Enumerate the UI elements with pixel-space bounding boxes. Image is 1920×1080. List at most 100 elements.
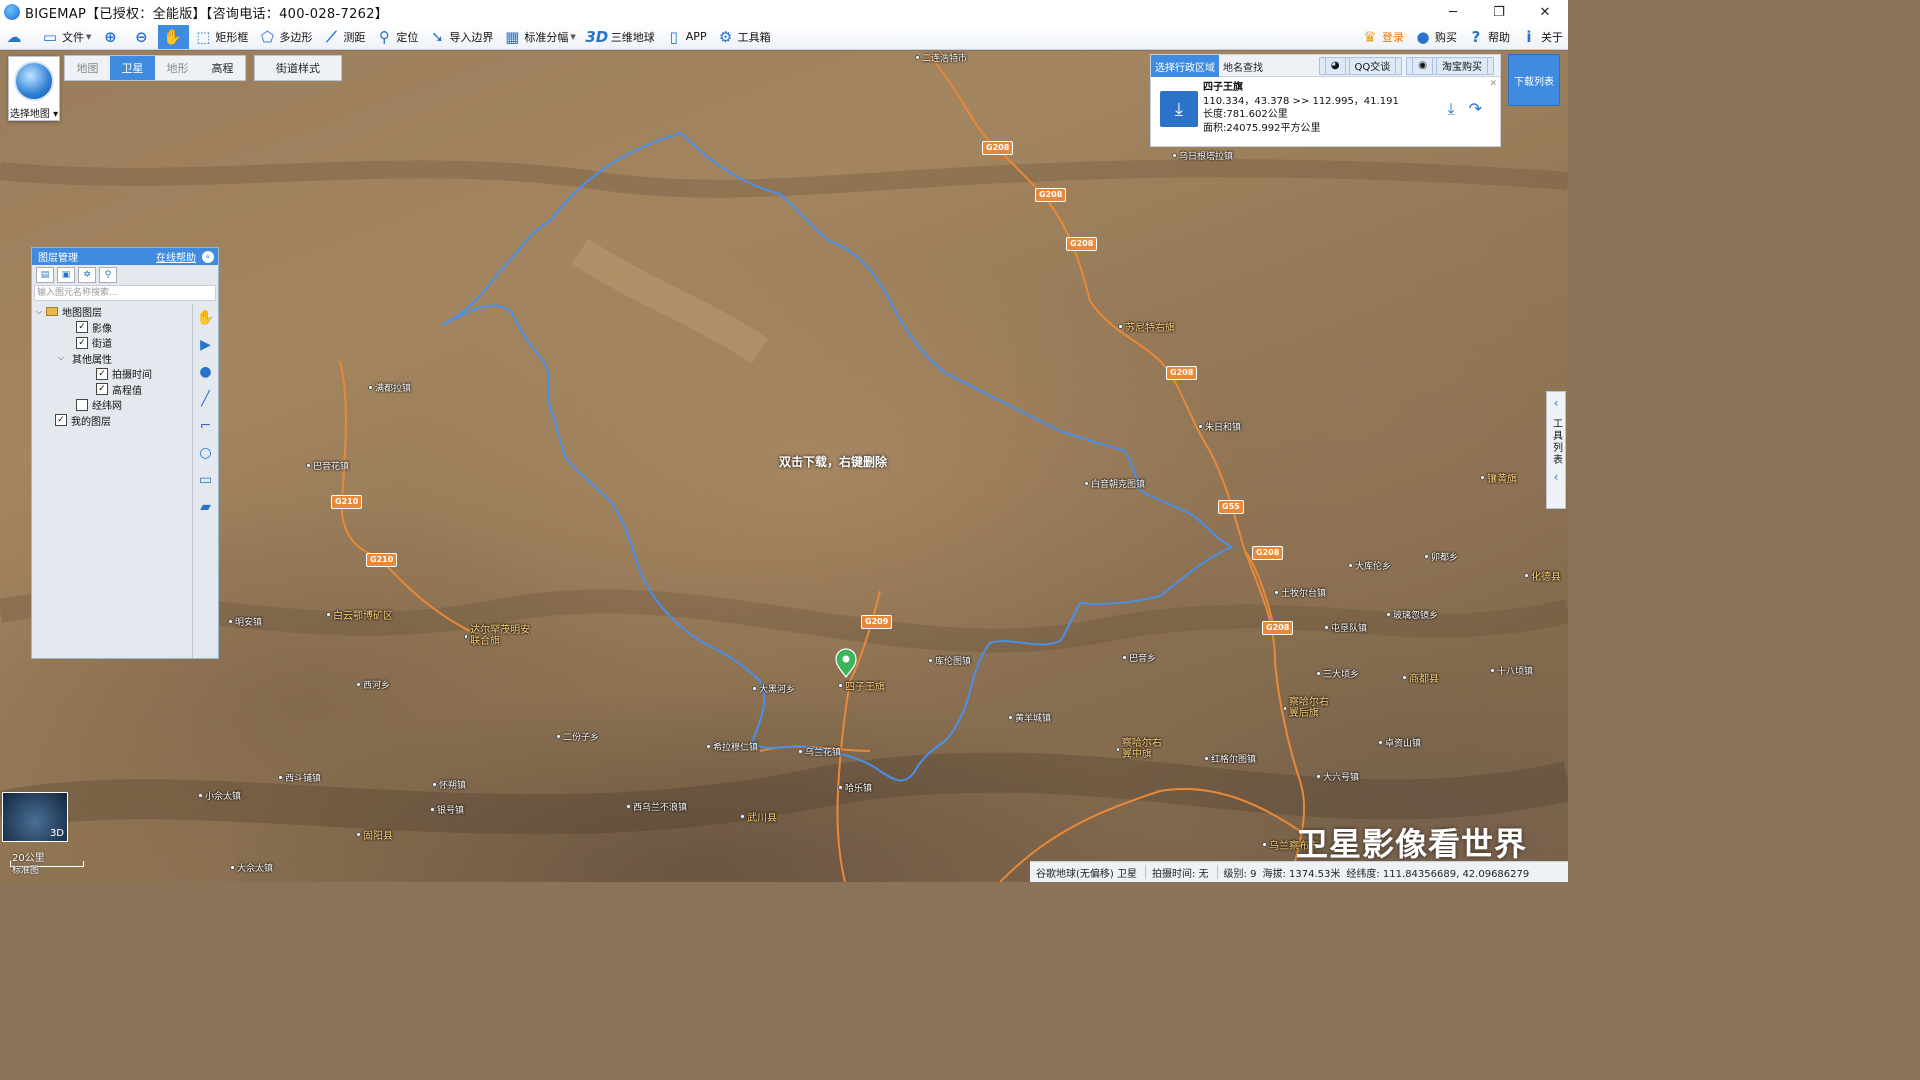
place-label: 怀朔镇 [432, 778, 466, 791]
region-panel: 选择行政区域 地名查找 ◕ QQ交谈 ◉ 淘宝购买 ⤓ 四子王旗 110.334，4… [1150, 54, 1501, 147]
checkbox-checked[interactable]: ✓ [96, 367, 108, 380]
place-name: 固阳县 [363, 831, 393, 842]
select-map-button[interactable]: 选择地图 ▾ [8, 56, 60, 121]
road-shield: G210 [366, 553, 398, 567]
street-style-button[interactable]: 街道样式 [254, 55, 342, 81]
tool-list-sidebar[interactable]: ‹ 工具列表 ‹ [1546, 391, 1566, 509]
toolbar-measure[interactable]: ⟋ 测距 [317, 25, 370, 49]
tree-node-imagery[interactable]: ✓ 影像 [32, 320, 194, 336]
toolbar-app[interactable]: ▯ APP [660, 25, 712, 49]
toolbar-toolbox[interactable]: ⚙ 工具箱 [712, 25, 776, 49]
tree-node-my-layers[interactable]: ✓ 我的图层 [32, 413, 194, 429]
download-list-button[interactable]: 下载列表 [1508, 54, 1560, 106]
place-name: 镶黄旗 [1487, 474, 1517, 485]
tab-place-search[interactable]: 地名查找 [1219, 55, 1267, 77]
place-name: 察哈尔右翼后旗 [1288, 697, 1329, 719]
save-icon[interactable]: ▣ [57, 267, 75, 283]
draw-tools: ✋ ▶ ● ╱ ⌐ ○ ▭ ▰ [192, 304, 218, 658]
maximize-button[interactable]: ❐ [1476, 0, 1522, 24]
polygon-icon: ⬠ [260, 27, 274, 46]
close-icon[interactable]: ✕ [1489, 79, 1497, 89]
minimize-button[interactable]: ─ [1430, 0, 1476, 24]
tree-node-graticule[interactable]: 经纬网 [32, 397, 194, 413]
minimap-globe[interactable]: 3D [2, 792, 68, 842]
toolbar-file[interactable]: ▭ 文件 ▼ [36, 25, 96, 49]
tree-node-other-attrs[interactable]: ⌵ 其他属性 [32, 351, 194, 367]
about-button[interactable]: ⅰ 关于 [1515, 25, 1568, 49]
region-result[interactable]: ⤓ 四子王旗 110.334，43.378 >> 112.995，41.191 … [1151, 77, 1500, 147]
toolbar-zoom-in[interactable]: ⊕ [96, 25, 127, 49]
tab-map[interactable]: 地图 [65, 56, 110, 80]
toolbar-polygon[interactable]: ⬠ 多边形 [253, 25, 317, 49]
tree-node-streets[interactable]: ✓ 街道 [32, 335, 194, 351]
online-help-link[interactable]: 在线帮助 [156, 249, 196, 264]
checkbox-checked[interactable]: ✓ [96, 383, 108, 396]
pan-hand-icon[interactable]: ✋ [196, 308, 216, 328]
tab-select-admin-region[interactable]: 选择行政区域 [1151, 55, 1219, 77]
ruler-icon[interactable]: ▰ [196, 497, 216, 517]
place-dot [1402, 675, 1407, 680]
road-shield: G208 [1252, 546, 1284, 560]
place-label: 西乌兰不浪镇 [626, 800, 687, 813]
tree-node-elevation[interactable]: ✓ 高程值 [32, 382, 194, 398]
polyline-icon[interactable]: ⌐ [196, 416, 216, 436]
search-icon[interactable]: ⚲ [99, 267, 117, 283]
circle-icon[interactable]: ○ [196, 443, 216, 463]
status-bar: 谷歌地球(无偏移) 卫星 拍摄时间: 无 级别: 9 海拔: 1374.53米 … [1030, 861, 1568, 882]
app-menu-button[interactable]: ☁ [0, 25, 36, 49]
checkbox-checked[interactable]: ✓ [76, 336, 88, 349]
zoom-out-icon: ⊖ [135, 27, 148, 46]
chevron-left-icon[interactable]: ‹ [1554, 396, 1559, 410]
toolbar-zoom-out[interactable]: ⊖ [127, 25, 158, 49]
login-button[interactable]: ♛ 登录 [1356, 25, 1409, 49]
line-icon[interactable]: ╱ [196, 389, 216, 409]
checkbox-checked[interactable]: ✓ [55, 414, 67, 427]
chevron-left-icon[interactable]: ‹ [1554, 470, 1559, 484]
rectangle-icon[interactable]: ▭ [196, 470, 216, 490]
place-dot [1084, 481, 1089, 486]
toolbar-import-boundary[interactable]: ➘ 导入边界 [423, 25, 498, 49]
collapse-icon[interactable]: « [202, 250, 214, 263]
place-name: 十八顷镇 [1497, 667, 1534, 677]
close-button[interactable]: ✕ [1522, 0, 1568, 24]
tab-satellite[interactable]: 卫星 [110, 56, 155, 80]
place-dot [464, 633, 469, 639]
help-icon: ? [1471, 28, 1481, 46]
qq-chat-button[interactable]: ◕ QQ交谈 [1318, 56, 1403, 75]
download-icon[interactable]: ⤓ [1448, 99, 1455, 119]
tab-elevation[interactable]: 高程 [200, 56, 245, 80]
place-label: 小佘太镇 [198, 789, 241, 802]
chevron-down-icon[interactable]: ⌵ [58, 353, 68, 363]
pointer-icon[interactable]: ▶ [196, 335, 216, 355]
window-title: BIGEMAP【已授权：全能版】【咨询电话：400-028-7262】 [25, 6, 389, 22]
place-name: 白云鄂博矿区 [333, 611, 393, 622]
taobao-buy-button[interactable]: ◉ 淘宝购买 [1406, 56, 1494, 75]
checkbox-checked[interactable]: ✓ [76, 321, 88, 334]
toolbar-locate[interactable]: ⚲ 定位 [370, 25, 423, 49]
place-name: 化德县 [1531, 572, 1561, 583]
chevron-down-icon[interactable]: ⌵ [36, 307, 46, 317]
help-button[interactable]: ? 帮助 [1462, 25, 1515, 49]
map-canvas[interactable]: 二连浩特市 乌日根塔拉镇 苏尼特右旗 朱日和镇 白音朝克图镇 满都拉镇 巴音花镇… [0, 51, 1568, 882]
buy-button[interactable]: ● 购买 [1409, 25, 1462, 49]
layer-search-input[interactable]: 输入图元名称搜索... [34, 285, 216, 301]
tree-node-shoot-time[interactable]: ✓ 拍摄时间 [32, 366, 194, 382]
settings-icon[interactable]: ✲ [78, 267, 96, 283]
open-folder-icon[interactable]: ▤ [36, 267, 54, 283]
tab-terrain[interactable]: 地形 [155, 56, 200, 80]
place-name: 哈乐镇 [845, 784, 873, 794]
toolbar-pan[interactable]: ✋ [158, 24, 190, 49]
tree-node-map-layers[interactable]: ⌵ 地图图层 [32, 304, 194, 320]
tree-node-label: 经纬网 [92, 401, 122, 413]
toolbar-rectangle-label: 矩形框 [215, 30, 249, 44]
toolbar-rectangle[interactable]: ⬚ 矩形框 [189, 25, 253, 49]
toolbar-3d-label: 三维地球 [610, 30, 655, 44]
location-pin-icon[interactable]: ● [196, 362, 216, 382]
place-label: 银号镇 [430, 803, 464, 816]
checkbox-unchecked[interactable] [76, 398, 88, 411]
toolbar-standard-sheet[interactable]: ▦ 标准分幅 ▼ [498, 25, 580, 49]
place-dot [1480, 475, 1485, 480]
toolbar-3d-earth[interactable]: 3D 三维地球 [581, 25, 660, 49]
place-name: 二份子乡 [563, 733, 600, 743]
share-icon[interactable]: ↷ [1469, 99, 1482, 119]
